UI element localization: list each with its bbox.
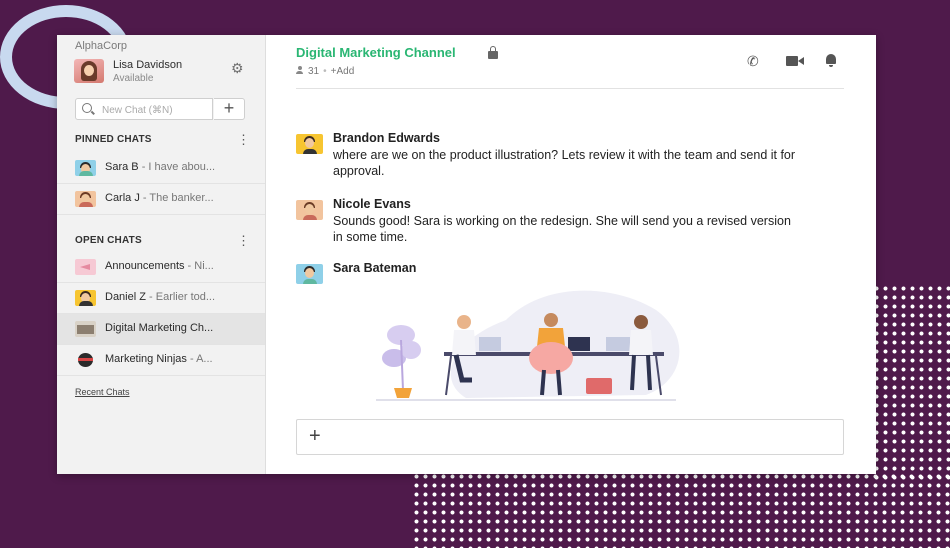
kebab-icon[interactable]: ⋮ (237, 132, 250, 148)
team-illustration (376, 290, 680, 401)
add-member-button[interactable]: +Add (331, 66, 355, 77)
avatar (296, 134, 323, 154)
message-text: Sounds good! Sara is working on the rede… (333, 214, 791, 244)
message-author: Brandon Edwards (333, 131, 440, 145)
chat-app-window: AlphaCorp Lisa Davidson Available ⚙ + PI… (57, 35, 876, 474)
member-count: 31 (308, 66, 320, 77)
person-icon (296, 66, 303, 74)
avatar (296, 200, 323, 220)
sidebar: AlphaCorp Lisa Davidson Available ⚙ + PI… (57, 35, 266, 474)
user-status: Available (113, 73, 154, 84)
phone-icon[interactable]: ✆ (747, 53, 759, 70)
gear-icon[interactable]: ⚙ (231, 60, 244, 77)
search-icon (82, 103, 92, 113)
chat-main-panel: Digital Marketing Channel 31 • +Add ✆ Bran… (266, 35, 876, 474)
chat-item-carla-j[interactable]: Carla J - The banker... (57, 184, 265, 215)
chat-name: Marketing Ninjas (105, 353, 187, 365)
chat-preview: - Earlier tod... (145, 291, 216, 303)
chat-item-digital-marketing[interactable]: Digital Marketing Ch... (57, 314, 265, 345)
user-name: Lisa Davidson (113, 59, 183, 71)
recent-chats-link[interactable]: Recent Chats (75, 387, 130, 397)
decorative-dot-pattern (412, 472, 950, 548)
avatar (296, 264, 323, 284)
message-input[interactable] (337, 428, 831, 448)
message-author: Nicole Evans (333, 197, 411, 211)
attach-plus-icon[interactable]: + (309, 424, 321, 448)
chat-item-announcements[interactable]: Announcements - Ni... (57, 252, 265, 283)
channel-title: Digital Marketing Channel (296, 45, 456, 60)
chat-name: Digital Marketing Ch... (105, 322, 214, 334)
message-composer: + (296, 419, 844, 455)
chat-name: Announcements (105, 260, 185, 272)
avatar (75, 160, 96, 176)
kebab-icon[interactable]: ⋮ (237, 233, 250, 249)
channel-members: 31 • +Add (296, 66, 354, 77)
header-divider (296, 88, 844, 89)
chat-item-daniel-z[interactable]: Daniel Z - Earlier tod... (57, 283, 265, 314)
chat-item-marketing-ninjas[interactable]: Marketing Ninjas - A... (57, 345, 265, 376)
chat-name: Sara B (105, 161, 139, 173)
lock-icon (488, 46, 498, 59)
new-chat-search (75, 98, 213, 120)
avatar (75, 191, 96, 207)
pinned-chats-heading: PINNED CHATS (75, 134, 152, 145)
search-input[interactable] (100, 101, 212, 119)
megaphone-icon (75, 259, 96, 275)
chat-preview: - The banker... (139, 192, 214, 204)
user-avatar[interactable] (74, 59, 104, 83)
message-author: Sara Bateman (333, 261, 417, 275)
video-icon[interactable] (786, 56, 804, 66)
ninja-avatar (75, 352, 96, 368)
message-text: where are we on the product illustration… (333, 148, 796, 178)
chat-preview: - Ni... (184, 260, 214, 272)
bell-icon[interactable] (826, 54, 836, 67)
chat-name: Daniel Z (105, 291, 146, 303)
avatar (75, 290, 96, 306)
chat-name: Carla J (105, 192, 140, 204)
chat-preview: - I have abou... (138, 161, 216, 173)
chat-preview: - A... (186, 353, 213, 365)
chat-item-sara-b[interactable]: Sara B - I have abou... (57, 153, 265, 184)
open-chats-heading: OPEN CHATS (75, 235, 142, 246)
org-name: AlphaCorp (75, 40, 127, 52)
plus-icon[interactable]: + (214, 98, 245, 120)
channel-avatar (75, 321, 96, 337)
decorative-dot-pattern (872, 284, 950, 484)
